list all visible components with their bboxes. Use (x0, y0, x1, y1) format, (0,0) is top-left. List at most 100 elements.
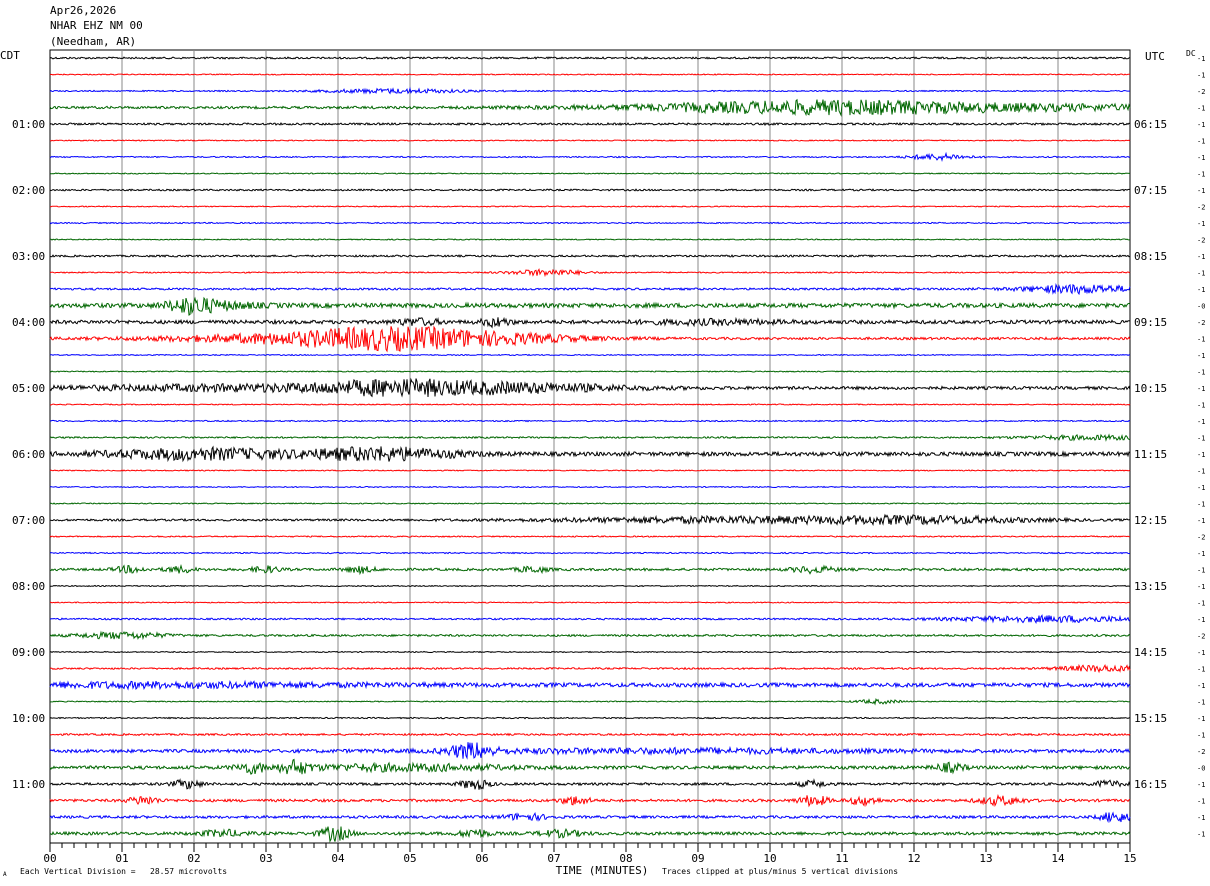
trace-line-14 (49, 282, 1131, 296)
dc-offset-label: -1 (1197, 154, 1205, 162)
x-tick-label: 12 (907, 852, 920, 865)
seismogram-chart: 01:00 02:00 03:00 04:00 05:00 06:00 07:00 08:00… (12, 49, 1205, 877)
x-tick-label: 04 (331, 852, 345, 865)
trace-line-33 (49, 601, 1131, 604)
utc-hour-label: 15:15 (1134, 712, 1167, 725)
dc-offset-label: -0 (1197, 303, 1205, 311)
dc-offset-label: -2 (1197, 237, 1205, 245)
cdt-hour-label: 04:00 (12, 316, 45, 329)
dc-offset-label: -1 (1197, 550, 1205, 558)
dc-offset-label: -1 (1197, 666, 1205, 674)
utc-hour-label: 13:15 (1134, 580, 1167, 593)
plot-frame (49, 49, 1131, 844)
corner-mark: A (3, 871, 7, 878)
dc-offset-label: -1 (1197, 567, 1205, 575)
x-tick-label: 11 (835, 852, 848, 865)
dc-offset-label: -2 (1197, 748, 1205, 756)
dc-offset-label: -1 (1197, 418, 1205, 426)
trace-line-24 (49, 445, 1131, 463)
trace-line-37 (49, 663, 1131, 674)
dc-offset-label: -1 (1197, 600, 1205, 608)
trace-line-5 (49, 139, 1131, 142)
trace-line-36 (49, 650, 1131, 654)
trace-line-21 (49, 403, 1131, 406)
dc-offset-label: -2 (1197, 633, 1205, 641)
dc-offset-label: -1 (1197, 484, 1205, 492)
trace-line-38 (49, 679, 1131, 691)
trace-line-2 (49, 86, 1130, 95)
trace-line-42 (49, 742, 1131, 760)
dc-offset-label: -1 (1197, 781, 1205, 789)
cdt-hour-label: 10:00 (12, 712, 45, 725)
utc-hour-label: 11:15 (1134, 448, 1167, 461)
utc-hour-label: 07:15 (1134, 184, 1167, 197)
trace-line-6 (49, 151, 1131, 162)
dc-offset-label: -1 (1197, 682, 1205, 690)
dc-offset-label: -1 (1197, 715, 1205, 723)
x-tick-label: 02 (187, 852, 200, 865)
dc-offset-label: -1 (1197, 187, 1205, 195)
cdt-hour-label: 05:00 (12, 382, 45, 395)
dc-offset-label: -1 (1197, 121, 1205, 129)
x-tick-label: 15 (1123, 852, 1136, 865)
cdt-hour-label: 11:00 (12, 778, 45, 791)
dc-offset-label: -1 (1197, 468, 1205, 476)
trace-line-30 (49, 551, 1130, 555)
trace-line-32 (50, 584, 1131, 588)
cdt-hour-label: 07:00 (12, 514, 45, 527)
cdt-hour-label: 08:00 (12, 580, 45, 593)
trace-line-0 (49, 56, 1131, 60)
trace-line-27 (49, 502, 1131, 505)
trace-line-8 (49, 188, 1130, 192)
x-tick-label: 10 (763, 852, 776, 865)
trace-line-34 (49, 614, 1131, 624)
trace-line-44 (49, 778, 1131, 790)
dc-offset-label: -2 (1197, 534, 1205, 542)
dc-offset-label: -2 (1197, 319, 1205, 327)
trace-line-29 (49, 535, 1130, 538)
dc-offset-label: -1 (1197, 336, 1205, 344)
trace-line-19 (49, 370, 1131, 373)
cdt-hour-label: 03:00 (12, 250, 45, 263)
dc-offset-label: -1 (1197, 451, 1205, 459)
dc-offset-label: -1 (1197, 814, 1205, 822)
trace-line-39 (49, 698, 1130, 706)
x-tick-label: 00 (43, 852, 56, 865)
dc-offset-label: -1 (1197, 517, 1205, 525)
clip-note: Traces clipped at plus/minus 5 vertical … (662, 867, 899, 876)
trace-line-43 (49, 758, 1131, 775)
trace-line-1 (49, 73, 1131, 76)
trace-line-41 (49, 732, 1131, 737)
x-tick-label: 14 (1051, 852, 1065, 865)
dc-offset-label: -1 (1197, 501, 1205, 509)
x-axis-label: TIME (MINUTES) (556, 864, 649, 877)
dc-offset-label: -1 (1197, 699, 1205, 707)
x-tick-label: 01 (115, 852, 128, 865)
trace-line-35 (49, 630, 1131, 641)
dc-offset-label: -1 (1197, 220, 1205, 228)
dc-offset-label: -1 (1197, 649, 1205, 657)
cdt-hour-label: 06:00 (12, 448, 45, 461)
trace-line-18 (49, 353, 1131, 357)
x-tick-label: 05 (403, 852, 416, 865)
trace-line-45 (49, 794, 1131, 808)
trace-line-4 (49, 121, 1131, 127)
dc-offset-label: -1 (1197, 583, 1205, 591)
utc-hour-label: 06:15 (1134, 118, 1167, 131)
dc-offset-label: -2 (1197, 88, 1205, 96)
x-tick-label: 13 (979, 852, 992, 865)
dc-offset-label: -1 (1197, 402, 1205, 410)
scale-note: Each Vertical Division = 28.57 microvolt… (20, 867, 228, 876)
utc-hour-label: 09:15 (1134, 316, 1167, 329)
cdt-hour-label: 09:00 (12, 646, 45, 659)
trace-line-46 (49, 811, 1131, 824)
dc-offset-label: -1 (1197, 385, 1205, 393)
x-tick-label: 06 (475, 852, 488, 865)
dc-offset-label: -1 (1197, 138, 1205, 146)
dc-offset-label: -1 (1197, 55, 1205, 63)
dc-offset-label: -1 (1197, 105, 1205, 113)
trace-line-40 (49, 716, 1131, 720)
utc-hour-label: 14:15 (1134, 646, 1167, 659)
dc-offset-label: -1 (1197, 171, 1205, 179)
cdt-hour-label: 02:00 (12, 184, 45, 197)
